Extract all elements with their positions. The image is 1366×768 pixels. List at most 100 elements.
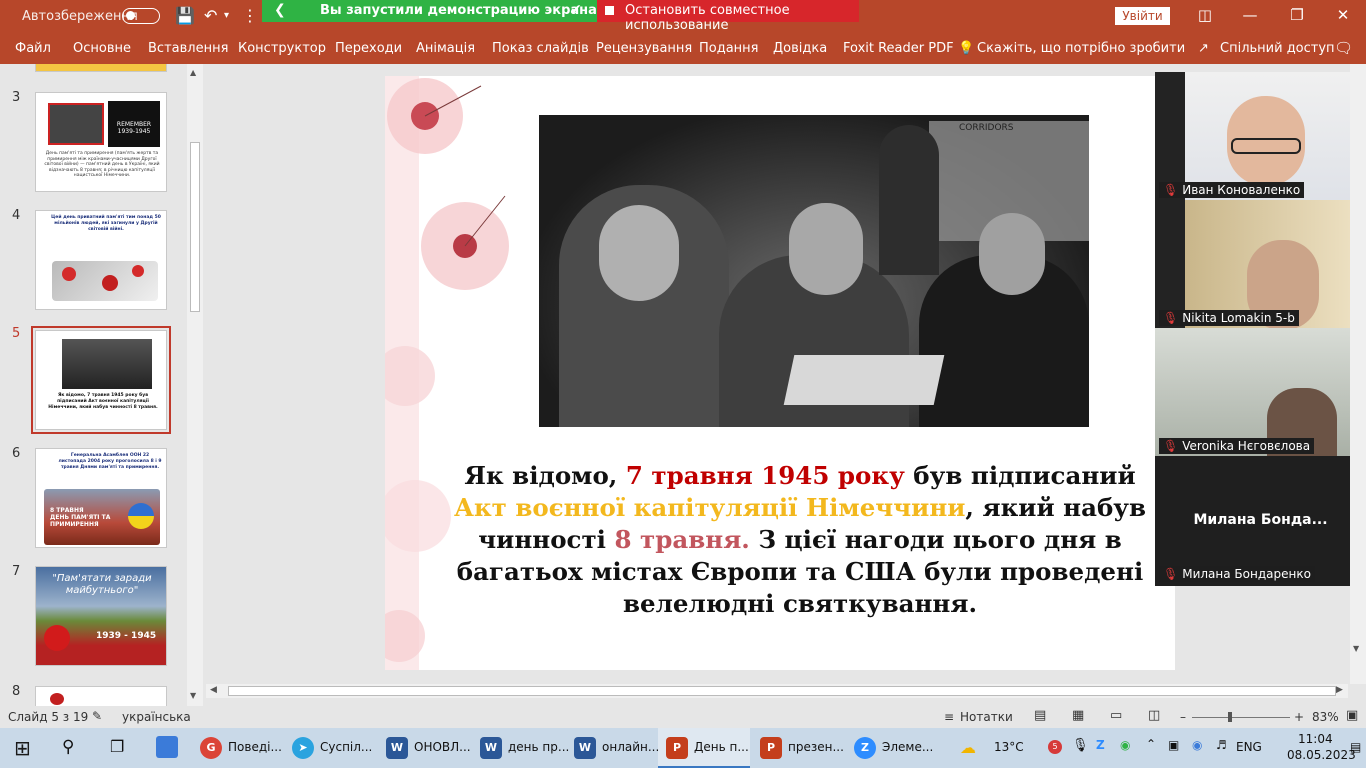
calculator-icon[interactable]: [156, 736, 178, 758]
clock-time[interactable]: 11:04: [1298, 732, 1333, 746]
keyboard-language[interactable]: ENG: [1236, 740, 1262, 754]
undo-icon[interactable]: ↶: [204, 6, 217, 26]
scroll-left-icon[interactable]: ◀: [210, 685, 217, 695]
network-icon[interactable]: ▣: [1168, 738, 1179, 752]
zoom-out-icon[interactable]: –: [1180, 710, 1186, 724]
clock-date[interactable]: 08.05.2023: [1287, 748, 1356, 762]
slide-body-text[interactable]: Як відомо, 7 травня 1945 року був підпис…: [445, 460, 1155, 620]
tell-me-search[interactable]: Скажіть, що потрібно зробити: [977, 41, 1185, 56]
weather-icon[interactable]: ☁: [960, 738, 976, 757]
share-button[interactable]: Спільний доступ: [1220, 41, 1335, 56]
wifi-icon[interactable]: ◉: [1192, 738, 1202, 752]
slide-thumb-6[interactable]: Генеральна Асамблея ООН 22 листопада 200…: [35, 448, 167, 548]
video-tile[interactable]: 🎙 Иван Коноваленко: [1155, 72, 1366, 200]
more-icon[interactable]: ⋮: [242, 6, 258, 26]
windows-start-icon[interactable]: ⊞: [14, 736, 31, 760]
slideshow-icon[interactable]: ◫: [1148, 708, 1160, 723]
tab-review[interactable]: Рецензування: [596, 41, 692, 56]
notification-badge[interactable]: 5: [1048, 740, 1062, 754]
zoom-slider[interactable]: [1192, 712, 1290, 722]
taskbar-app-telegram[interactable]: ➤ Суспіл...: [284, 728, 376, 768]
thumb-text: Як відомо, 7 травня 1945 року був підпис…: [48, 393, 158, 410]
share-running-text: Вы запустили демонстрацию экрана: [320, 3, 597, 18]
tab-home[interactable]: Основне: [73, 41, 131, 56]
show-hidden-icons[interactable]: ⌃: [1146, 737, 1156, 751]
scroll-right-icon[interactable]: ▶: [1336, 685, 1343, 695]
taskbar-app-chrome[interactable]: G Поведі...: [192, 728, 282, 768]
slide-sorter-icon[interactable]: ▦: [1072, 708, 1084, 723]
thumbnails-scrollbar[interactable]: ▲ ▼: [187, 64, 203, 706]
zoom-tray-icon[interactable]: Z: [1096, 738, 1105, 752]
temperature[interactable]: 13°C: [994, 740, 1024, 754]
lightbulb-icon: 💡: [958, 41, 975, 56]
screen-share-banner: ❮ Вы запустили демонстрацию экрана ✔: [262, 0, 597, 22]
slide-thumb-3[interactable]: REMEMBER 1939-1945 День пам'яті та прими…: [35, 92, 167, 192]
tab-insert[interactable]: Вставлення: [148, 41, 228, 56]
canvas-horizontal-scrollbar[interactable]: ◀ ▶: [206, 684, 1348, 698]
autosave-toggle[interactable]: [122, 8, 160, 24]
comments-icon[interactable]: 🗨: [1334, 39, 1353, 57]
sign-in-button[interactable]: Увійти: [1115, 7, 1170, 25]
tab-design[interactable]: Конструктор: [238, 41, 326, 56]
scroll-up-icon[interactable]: ▲: [190, 68, 196, 77]
restore-icon[interactable]: ❐: [1282, 6, 1312, 24]
slide-thumb-2[interactable]: [35, 64, 167, 72]
notes-button[interactable]: Нотатки: [960, 710, 1013, 724]
reading-view-icon[interactable]: ▭: [1110, 708, 1122, 723]
slide-thumb-7[interactable]: "Пам'ятати заради майбутнього" 1939 - 19…: [35, 566, 167, 666]
microphone-icon[interactable]: 🎙: [1072, 738, 1089, 753]
title-bar: Автозбереження 💾 ↶ ▾ ⋮ ❮ Вы запустили де…: [0, 0, 1366, 33]
notes-icon[interactable]: ≡: [944, 710, 954, 724]
taskbar-app-powerpoint[interactable]: P День п...: [658, 728, 750, 768]
spellcheck-icon[interactable]: ✎: [92, 709, 102, 723]
stop-share-button[interactable]: Остановить совместное использование: [597, 0, 859, 33]
slide-number: 3: [12, 90, 21, 105]
slide-thumb-8[interactable]: [35, 686, 167, 706]
autosave-label: Автозбереження: [22, 9, 138, 24]
chevron-down-icon[interactable]: ▾: [224, 6, 229, 26]
zoom-in-icon[interactable]: +: [1294, 710, 1304, 724]
tab-slideshow[interactable]: Показ слайдів: [492, 41, 589, 56]
current-slide[interactable]: CORRIDORS Як відомо, 7 травня 1945 року …: [385, 76, 1175, 670]
minimize-icon[interactable]: —: [1235, 6, 1265, 24]
taskbar-app-word[interactable]: Wдень пр...: [472, 728, 569, 768]
tab-foxit[interactable]: Foxit Reader PDF: [843, 41, 954, 56]
language-label[interactable]: українська: [122, 710, 191, 724]
slide-thumb-4[interactable]: Цей день приватний пам'яті тим понад 50 …: [35, 210, 167, 310]
video-tile[interactable]: 🎙 Nikita Lomakin 5-b: [1155, 200, 1366, 328]
participant-tile-label: Милана Бонда...: [1193, 512, 1328, 528]
taskbar-app-zoom[interactable]: Z Элеме...: [846, 728, 938, 768]
video-tile[interactable]: Милана Бонда... 🎙 Милана Бондаренко: [1155, 456, 1366, 584]
scroll-down-icon[interactable]: ▼: [190, 691, 196, 700]
notifications-icon[interactable]: ▤: [1350, 740, 1361, 754]
mic-muted-icon: 🎙: [1163, 183, 1179, 197]
taskbar-app-powerpoint[interactable]: Pпрезен...: [752, 728, 844, 768]
slide-thumb-5[interactable]: Як відомо, 7 травня 1945 року був підпис…: [31, 326, 171, 434]
video-tile[interactable]: 🎙 Veronіka Нєговєлова: [1155, 328, 1366, 456]
taskbar-app-word[interactable]: W ОНОВЛ...: [378, 728, 471, 768]
normal-view-icon[interactable]: ▤: [1034, 708, 1046, 723]
zoom-level[interactable]: 83%: [1312, 710, 1339, 724]
tab-animations[interactable]: Анімація: [416, 41, 475, 56]
close-icon[interactable]: ✕: [1328, 6, 1358, 24]
participant-name: 🎙 Veronіka Нєговєлова: [1159, 438, 1315, 454]
fit-slide-icon[interactable]: ▣: [1346, 708, 1358, 723]
ribbon-display-icon[interactable]: ◫: [1190, 6, 1220, 24]
canvas-vertical-scrollbar[interactable]: ▼: [1350, 64, 1366, 684]
search-icon[interactable]: ⚲: [62, 737, 74, 757]
tab-file[interactable]: Файл: [15, 41, 51, 56]
ribbon-tabs: Файл Основне Вставлення Конструктор Пере…: [0, 32, 1366, 64]
save-icon[interactable]: 💾: [175, 6, 195, 26]
may8-highlight: 8 травня.: [614, 525, 750, 554]
volume-icon[interactable]: ♬: [1216, 738, 1227, 752]
tray-app-icon[interactable]: ◉: [1120, 738, 1130, 752]
tab-view[interactable]: Подання: [699, 41, 759, 56]
tab-help[interactable]: Довідка: [773, 41, 827, 56]
share-screen-icon: ❮: [274, 2, 286, 18]
task-view-icon[interactable]: ❐: [110, 737, 124, 756]
tab-transitions[interactable]: Переходи: [335, 41, 402, 56]
scroll-down-icon[interactable]: ▼: [1353, 644, 1359, 653]
taskbar-app-word[interactable]: Wонлайн...: [566, 728, 659, 768]
shield-check-icon: ✔: [570, 2, 582, 18]
stop-share-label: Остановить совместное использование: [625, 3, 790, 33]
